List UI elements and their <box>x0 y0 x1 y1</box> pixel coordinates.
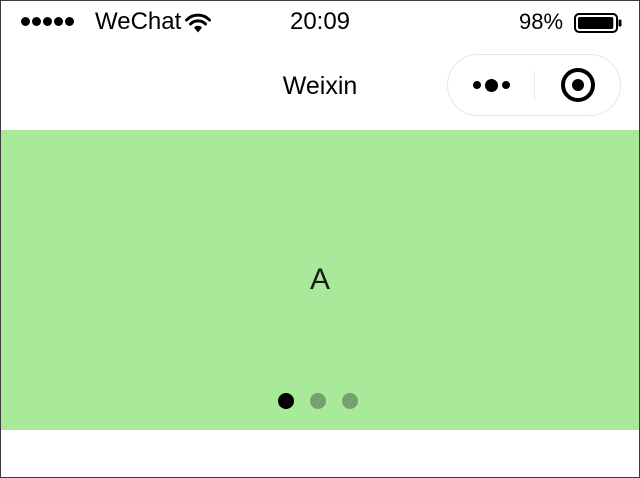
battery-icon <box>574 13 622 33</box>
phone-screen: WeChat 20:09 98% Weixin A <box>0 0 640 478</box>
swiper-indicator-dots <box>278 393 358 409</box>
status-bar: WeChat 20:09 98% <box>1 1 639 41</box>
indicator-dot[interactable] <box>310 393 326 409</box>
more-dots-icon <box>472 81 481 89</box>
indicator-dot[interactable] <box>278 393 294 409</box>
battery-percentage: 98% <box>519 9 564 34</box>
target-close-icon <box>561 68 595 102</box>
close-miniprogram-button[interactable] <box>535 55 621 115</box>
more-dots-icon-right <box>501 81 510 89</box>
more-dots-icon-center <box>484 78 498 92</box>
navigation-bar: Weixin <box>1 41 639 129</box>
swiper-carousel[interactable]: A <box>1 130 639 430</box>
slide-label: A <box>309 263 330 296</box>
target-close-icon-dot <box>572 79 584 91</box>
menu-capsule <box>447 54 621 116</box>
indicator-dot[interactable] <box>342 393 358 409</box>
more-button[interactable] <box>448 55 534 115</box>
